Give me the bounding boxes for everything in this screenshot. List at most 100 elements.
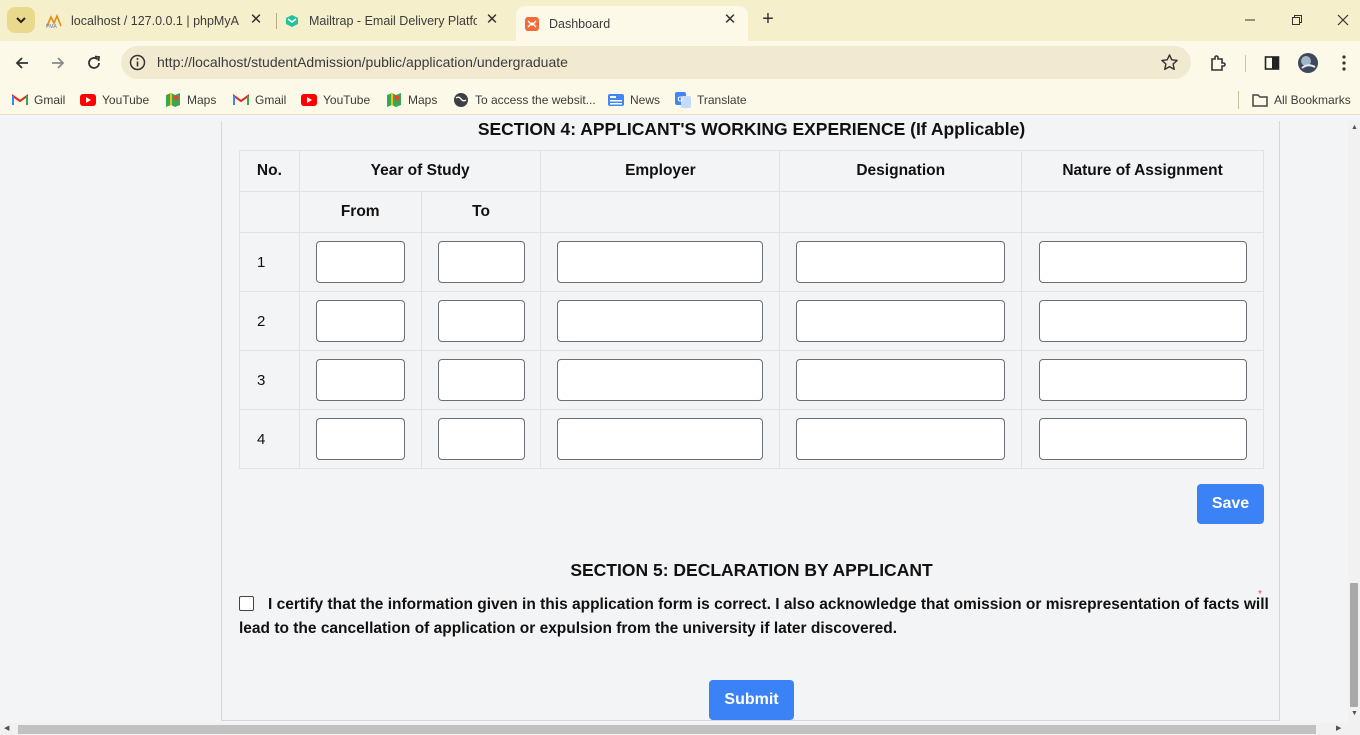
nature-input[interactable] <box>1038 359 1247 401</box>
to-input[interactable] <box>437 359 525 401</box>
scroll-left-icon[interactable]: ◀ <box>4 725 9 733</box>
from-input[interactable] <box>315 359 405 401</box>
browser-menu-button[interactable] <box>1333 52 1355 74</box>
bookmark-translate[interactable]: G Translate <box>675 91 747 109</box>
page-viewport: SECTION 4: APPLICANT'S WORKING EXPERIENC… <box>0 121 1348 723</box>
tab-search-button[interactable] <box>7 7 35 33</box>
to-input[interactable] <box>437 300 525 342</box>
designation-input[interactable] <box>796 418 1006 460</box>
close-window-button[interactable] <box>1331 8 1355 32</box>
submit-button[interactable]: Submit <box>709 680 794 720</box>
close-tab-icon[interactable]: ✕ <box>722 12 738 28</box>
table-row: 1 <box>239 232 1264 292</box>
horizontal-scroll-thumb[interactable] <box>18 725 1316 734</box>
bookmark-label: Maps <box>187 93 217 107</box>
bookmark-maps[interactable]: Maps <box>165 91 216 109</box>
horizontal-scrollbar[interactable]: ◀ ▶ <box>0 723 1360 735</box>
close-tab-icon[interactable]: ✕ <box>248 12 264 28</box>
designation-input[interactable] <box>796 300 1006 342</box>
mailtrap-icon <box>284 13 300 29</box>
tab-dashboard[interactable]: Dashboard ✕ <box>516 6 748 41</box>
youtube-icon <box>301 92 317 108</box>
tab-title: localhost / 127.0.0.1 | phpMyAd <box>71 13 239 28</box>
reload-button[interactable] <box>82 51 106 75</box>
vertical-scroll-thumb[interactable] <box>1350 583 1358 707</box>
youtube-icon <box>80 92 96 108</box>
employer-input[interactable] <box>557 359 764 401</box>
employer-input[interactable] <box>557 241 764 283</box>
back-button[interactable] <box>10 51 34 75</box>
scroll-right-icon[interactable]: ▶ <box>1336 725 1341 733</box>
employer-input[interactable] <box>557 300 764 342</box>
vertical-scrollbar[interactable]: ▲ ▼ <box>1348 121 1360 723</box>
site-info-icon[interactable] <box>129 54 146 71</box>
tab-divider <box>276 13 277 29</box>
forward-arrow-icon <box>52 57 65 69</box>
row-number: 2 <box>239 291 300 351</box>
to-input[interactable] <box>437 418 525 460</box>
bookmark-website[interactable]: To access the websit... <box>453 91 596 109</box>
maps-icon <box>165 92 181 108</box>
bookmark-youtube-2[interactable]: YouTube <box>301 91 370 109</box>
scroll-down-icon[interactable]: ▼ <box>1351 710 1358 718</box>
translate-icon: G <box>675 92 691 108</box>
header-to: To <box>420 191 542 233</box>
extensions-button[interactable] <box>1207 52 1229 74</box>
nature-input[interactable] <box>1038 418 1247 460</box>
profile-avatar[interactable] <box>1297 52 1319 74</box>
bookmarks-divider <box>1238 91 1239 109</box>
globe-icon <box>453 92 469 108</box>
url-text[interactable]: http://localhost/studentAdmission/public… <box>157 46 568 79</box>
side-panel-icon <box>1264 56 1280 70</box>
bookmarks-bar: Gmail YouTube Maps Gmail YouTube Maps To… <box>0 85 1360 115</box>
close-icon <box>1337 14 1349 26</box>
address-bar[interactable]: http://localhost/studentAdmission/public… <box>121 46 1191 79</box>
section4-title: SECTION 4: APPLICANT'S WORKING EXPERIENC… <box>477 121 1026 139</box>
subheader-empty <box>779 191 1023 233</box>
designation-input[interactable] <box>796 359 1006 401</box>
bookmark-star-icon[interactable] <box>1160 53 1179 72</box>
chevron-down-icon <box>16 17 26 24</box>
bookmark-label: Maps <box>408 93 438 107</box>
header-no: No. <box>239 150 300 192</box>
nature-input[interactable] <box>1038 300 1247 342</box>
to-input[interactable] <box>437 241 525 283</box>
bookmark-gmail[interactable]: Gmail <box>12 91 65 109</box>
bookmark-youtube[interactable]: YouTube <box>80 91 149 109</box>
minimize-button[interactable] <box>1238 8 1262 32</box>
bookmark-gmail-2[interactable]: Gmail <box>233 91 286 109</box>
scroll-up-icon[interactable]: ▲ <box>1351 124 1358 132</box>
bookmark-news[interactable]: News <box>608 91 660 109</box>
folder-icon <box>1252 92 1268 108</box>
bookmark-label: Gmail <box>255 93 287 107</box>
from-input[interactable] <box>315 418 405 460</box>
puzzle-icon <box>1211 55 1226 71</box>
from-input[interactable] <box>315 241 405 283</box>
restore-button[interactable] <box>1285 8 1309 32</box>
side-panel-button[interactable] <box>1261 52 1283 74</box>
restore-icon <box>1292 15 1302 25</box>
save-button[interactable]: Save <box>1197 484 1264 524</box>
declaration-text: I certify that the information given in … <box>239 596 1269 637</box>
new-tab-button[interactable]: + <box>758 9 778 30</box>
more-vert-icon <box>1342 55 1346 71</box>
designation-input[interactable] <box>796 241 1006 283</box>
tab-mailtrap[interactable]: Mailtrap - Email Delivery Platfor ✕ <box>284 6 510 35</box>
bookmark-maps-2[interactable]: Maps <box>386 91 437 109</box>
nature-input[interactable] <box>1038 241 1247 283</box>
required-asterisk: * <box>1258 589 1262 600</box>
gmail-icon <box>233 92 249 108</box>
declaration-statement: I certify that the information given in … <box>239 593 1269 641</box>
from-input[interactable] <box>315 300 405 342</box>
forward-button[interactable] <box>46 51 70 75</box>
table-row: 3 <box>239 350 1264 410</box>
maps-icon <box>386 92 402 108</box>
tab-phpmyadmin[interactable]: PMA localhost / 127.0.0.1 | phpMyAd ✕ <box>46 6 274 35</box>
header-employer: Employer <box>540 150 781 192</box>
all-bookmarks-label: All Bookmarks <box>1274 93 1351 107</box>
close-tab-icon[interactable]: ✕ <box>484 12 500 28</box>
employer-input[interactable] <box>557 418 764 460</box>
declaration-checkbox[interactable] <box>239 596 254 611</box>
all-bookmarks-button[interactable]: All Bookmarks <box>1252 91 1351 109</box>
browser-toolbar: http://localhost/studentAdmission/public… <box>0 41 1360 85</box>
